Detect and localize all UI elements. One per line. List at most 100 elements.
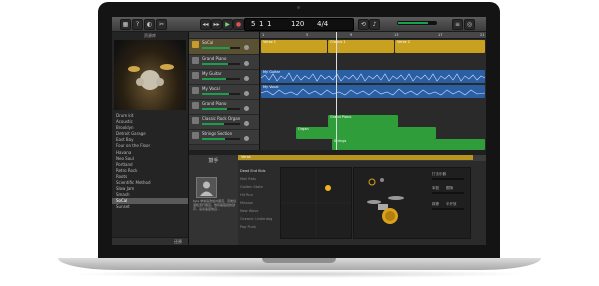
drummer-info-panel: 鼓手 Kyle 非常喜欢加州朋克、另类摇滚和流行朋克。他有着强劲的鼓声，演奏速度… xyxy=(189,155,238,245)
library-toggle-icon[interactable]: ▦ xyxy=(120,19,131,30)
track-name: My Guitar xyxy=(202,71,222,76)
track-header[interactable]: Classic Rock Organ xyxy=(189,115,259,130)
drummer-editor-region-label: Verse xyxy=(241,155,251,159)
fast-forward-icon[interactable]: ▸▸ xyxy=(211,19,222,30)
library-item[interactable]: Sunset xyxy=(112,204,188,210)
volume-slider[interactable] xyxy=(202,108,240,110)
track-name: Grand Piano xyxy=(202,56,227,61)
preset-item[interactable]: Mission xyxy=(238,199,279,207)
ruler-tick: 5 xyxy=(306,33,309,37)
volume-slider[interactable] xyxy=(202,78,240,80)
drum-control-slider[interactable] xyxy=(432,178,464,180)
playhead[interactable] xyxy=(336,32,337,150)
xy-pad[interactable] xyxy=(280,167,352,239)
lcd-tempo: 120 xyxy=(291,20,305,28)
library-title: 资源库 xyxy=(144,33,156,38)
cycle-icon[interactable]: ⟲ xyxy=(358,19,369,30)
rewind-icon[interactable]: ◂◂ xyxy=(200,19,211,30)
revert-button[interactable]: 还原 xyxy=(174,238,182,245)
loop-browser-icon[interactable]: ◎ xyxy=(464,19,475,30)
library-panel: 资源库 Drum kit Acoustic Brooklyn Detroit G… xyxy=(112,32,189,245)
drum-control-label: 跟随 xyxy=(446,186,453,190)
track-headers: SoCal Grand Piano My Guitar My Vocal Gra… xyxy=(189,32,260,150)
region-label: Chorus 1 xyxy=(330,40,346,44)
cymbal-icon xyxy=(160,64,174,70)
drum-control-slider[interactable] xyxy=(432,192,464,194)
pan-knob[interactable] xyxy=(244,45,249,50)
track-header[interactable]: SoCal xyxy=(189,39,259,55)
help-icon[interactable]: ? xyxy=(132,19,143,30)
volume-slider[interactable] xyxy=(202,93,240,95)
volume-slider[interactable] xyxy=(202,47,240,49)
drummer-icon xyxy=(192,41,199,48)
pan-knob[interactable] xyxy=(244,106,249,111)
drum-kit-image xyxy=(114,40,186,110)
drummer-region[interactable]: Verse 2 xyxy=(395,40,485,53)
tracks-area[interactable]: 1 5 9 13 17 21 Verse 1 Chorus 1 Verse 2 … xyxy=(260,32,486,150)
drum-kit-icon xyxy=(367,178,404,224)
pan-knob[interactable] xyxy=(244,61,249,66)
drummer-editor-region[interactable]: Verse xyxy=(238,155,473,160)
drummer-avatar[interactable] xyxy=(196,177,217,198)
lcd-time-signature: 4/4 xyxy=(317,20,329,28)
garageband-window: ▦ ? ◐ ✂ ◂◂ ▸▸ ▶ ● 5 1 1 120 4/4 ⟲ ♪ ≡ ◎ … xyxy=(112,17,486,245)
track-header[interactable]: Strings Section xyxy=(189,130,259,145)
midi-region[interactable]: Strings xyxy=(332,139,485,150)
track-header[interactable]: My Guitar xyxy=(189,70,259,85)
pan-knob[interactable] xyxy=(244,136,249,141)
track-header[interactable]: Grand Piano xyxy=(189,100,259,115)
play-icon[interactable]: ▶ xyxy=(222,19,233,30)
drum-control-slider[interactable] xyxy=(432,208,464,210)
drummer-region[interactable]: Chorus 1 xyxy=(328,40,394,53)
track-header[interactable]: My Vocal xyxy=(189,85,259,100)
record-icon[interactable]: ● xyxy=(233,19,244,30)
drummer-title: 鼓手 xyxy=(208,158,219,164)
pan-knob[interactable] xyxy=(244,121,249,126)
track-name: My Vocal xyxy=(202,86,220,91)
person-icon xyxy=(200,181,213,196)
camera-icon xyxy=(297,6,300,9)
master-volume-slider[interactable] xyxy=(397,21,437,25)
drummer-presets: Dead End Kids Mall Rats Golden State Hit… xyxy=(238,167,279,245)
preset-item[interactable]: Dead End Kids xyxy=(238,167,279,175)
library-list: Drum kit Acoustic Brooklyn Detroit Garag… xyxy=(112,113,188,211)
preset-item[interactable]: Oceanic Underdog xyxy=(238,215,279,223)
pan-knob[interactable] xyxy=(244,76,249,81)
ruler[interactable]: 1 5 9 13 17 21 xyxy=(260,32,486,39)
keyboard-icon xyxy=(192,102,199,109)
volume-slider[interactable] xyxy=(202,138,240,140)
volume-slider[interactable] xyxy=(202,63,240,65)
smart-controls-icon[interactable]: ◐ xyxy=(144,19,155,30)
track-name: Grand Piano xyxy=(202,101,227,106)
track-header-toolbar xyxy=(189,32,259,39)
volume-slider[interactable] xyxy=(202,123,240,125)
midi-region[interactable]: Organ xyxy=(296,127,436,139)
lcd-ticks: 1 xyxy=(267,20,272,28)
audio-region[interactable]: My Guitar xyxy=(261,70,485,83)
audio-region[interactable]: My Vocal xyxy=(261,85,485,98)
drummer-region[interactable]: Verse 1 xyxy=(261,40,327,53)
preset-item[interactable]: Pop Punk xyxy=(238,223,279,231)
preset-item[interactable]: New Wave xyxy=(238,207,279,215)
region-label: Verse 2 xyxy=(397,40,411,44)
drum-control-label: 踩镲 xyxy=(432,202,439,206)
pan-knob[interactable] xyxy=(244,91,249,96)
notepad-icon[interactable]: ≡ xyxy=(452,19,463,30)
metronome-icon[interactable]: ♪ xyxy=(369,19,380,30)
xy-pad-puck[interactable] xyxy=(325,185,331,191)
lcd-display[interactable]: 5 1 1 120 4/4 xyxy=(244,18,354,31)
drum-control-label: 半开放 xyxy=(446,202,457,206)
track-header[interactable]: Grand Piano xyxy=(189,55,259,70)
region-label: Verse 1 xyxy=(263,40,277,44)
editors-icon[interactable]: ✂ xyxy=(156,19,167,30)
drum-control-label: 打击乐器 xyxy=(432,172,446,176)
guitar-icon xyxy=(192,72,199,79)
track-name: Strings Section xyxy=(202,131,233,136)
waveform xyxy=(261,72,485,82)
preset-item[interactable]: Hit Run xyxy=(238,191,279,199)
preset-item[interactable]: Golden State xyxy=(238,183,279,191)
preset-item[interactable]: Mall Rats xyxy=(238,175,279,183)
midi-region[interactable]: Grand Piano xyxy=(328,115,398,127)
ruler-tick: 21 xyxy=(480,33,485,37)
region-label: Grand Piano xyxy=(330,115,352,119)
